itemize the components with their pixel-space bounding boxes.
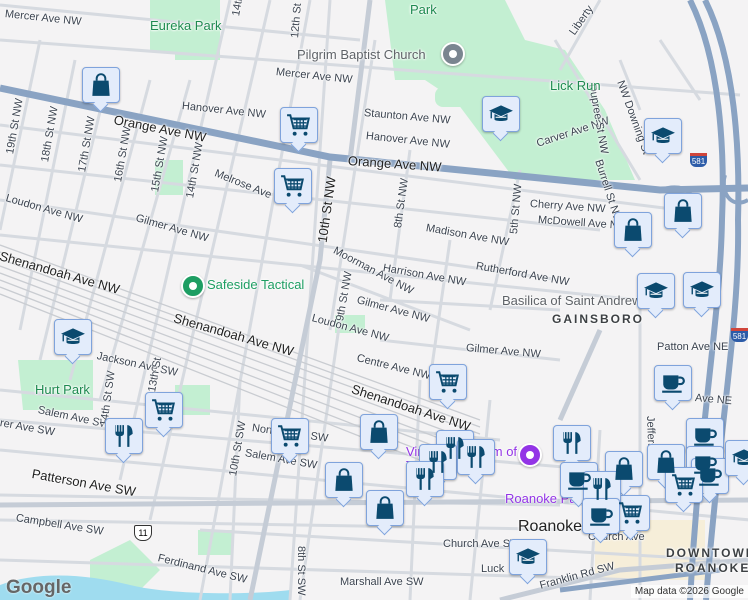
cafe-marker[interactable] bbox=[582, 498, 620, 534]
cafe-marker[interactable] bbox=[654, 365, 692, 401]
restaurant-marker[interactable] bbox=[105, 418, 143, 454]
fork-knife-icon bbox=[111, 423, 137, 449]
restaurant-marker[interactable] bbox=[457, 439, 495, 475]
school-marker[interactable] bbox=[509, 539, 547, 575]
coffee-cup-icon bbox=[660, 370, 686, 396]
street-label: Patton Ave NE bbox=[657, 341, 729, 353]
shopping-cart-icon bbox=[151, 397, 177, 423]
interstate-shield: 581 bbox=[731, 328, 748, 342]
grocery-marker[interactable] bbox=[612, 495, 650, 531]
ball-field bbox=[435, 87, 480, 107]
street-label: Luck bbox=[481, 563, 505, 575]
shopping-bag-icon bbox=[670, 198, 696, 224]
safeside-tactical-label[interactable]: Safeside Tactical bbox=[207, 277, 304, 292]
shopping-cart-icon bbox=[435, 369, 461, 395]
shopping-cart-icon bbox=[671, 472, 697, 498]
eureka-park-label[interactable]: Eureka Park bbox=[150, 18, 222, 33]
grocery-marker[interactable] bbox=[280, 107, 318, 143]
graduation-cap-icon bbox=[488, 101, 514, 127]
graduation-cap-icon bbox=[515, 544, 541, 570]
shopping-cart-icon bbox=[280, 173, 306, 199]
shopping-marker[interactable] bbox=[82, 67, 120, 103]
graduation-cap-icon bbox=[689, 277, 715, 303]
shopping-bag-icon bbox=[331, 467, 357, 493]
shopping-marker[interactable] bbox=[360, 414, 398, 450]
school-marker[interactable] bbox=[683, 272, 721, 308]
roanoke-city-label: Roanoke bbox=[518, 518, 583, 535]
fork-knife-icon bbox=[589, 476, 615, 502]
us-route-shield: 11 bbox=[134, 525, 152, 541]
gainsboro-label: GAINSBORO bbox=[552, 312, 645, 326]
graduation-cap-icon bbox=[650, 123, 676, 149]
downtown-label: DOWNTOWN bbox=[666, 546, 748, 560]
store-pin-icon[interactable] bbox=[181, 274, 205, 298]
shopping-bag-icon bbox=[88, 72, 114, 98]
park-area bbox=[198, 530, 233, 555]
fork-knife-icon bbox=[463, 444, 489, 470]
shopping-cart-icon bbox=[618, 500, 644, 526]
shopping-marker[interactable] bbox=[664, 193, 702, 229]
basilica-label[interactable]: Basilica of Saint Andrew bbox=[502, 293, 641, 308]
restaurant-marker[interactable] bbox=[553, 425, 591, 461]
pilgrim-church-label[interactable]: Pilgrim Baptist Church bbox=[297, 47, 426, 62]
hurt-park-label[interactable]: Hurt Park bbox=[35, 382, 90, 397]
shopping-marker[interactable] bbox=[366, 490, 404, 526]
downtown-label: ROANOKE bbox=[675, 561, 748, 575]
fork-knife-icon bbox=[559, 430, 585, 456]
school-marker[interactable] bbox=[725, 440, 748, 476]
interstate-shield: 581 bbox=[690, 153, 707, 167]
shopping-bag-icon bbox=[620, 217, 646, 243]
map-attribution[interactable]: Map data ©2026 Google bbox=[630, 585, 748, 598]
street-label: 8th St SW bbox=[295, 546, 307, 596]
google-logo: Google bbox=[6, 577, 72, 598]
shopping-bag-icon bbox=[372, 495, 398, 521]
church-icon[interactable] bbox=[441, 42, 465, 66]
shopping-cart-icon bbox=[277, 423, 303, 449]
lick-run-label[interactable]: Lick Run bbox=[550, 78, 601, 93]
grocery-marker[interactable] bbox=[274, 168, 312, 204]
school-marker[interactable] bbox=[637, 273, 675, 309]
grocery-marker[interactable] bbox=[429, 364, 467, 400]
school-marker[interactable] bbox=[54, 319, 92, 355]
shopping-marker[interactable] bbox=[614, 212, 652, 248]
grocery-marker[interactable] bbox=[145, 392, 183, 428]
grocery-marker[interactable] bbox=[271, 418, 309, 454]
graduation-cap-icon bbox=[731, 445, 748, 471]
graduation-cap-icon bbox=[60, 324, 86, 350]
school-marker[interactable] bbox=[644, 118, 682, 154]
coffee-cup-icon bbox=[692, 423, 718, 449]
museum-icon[interactable] bbox=[518, 443, 542, 467]
fork-knife-icon bbox=[412, 466, 438, 492]
coffee-cup-icon bbox=[588, 503, 614, 529]
coffee-cup-icon bbox=[697, 463, 723, 489]
shopping-cart-icon bbox=[286, 112, 312, 138]
shopping-marker[interactable] bbox=[325, 462, 363, 498]
school-marker[interactable] bbox=[482, 96, 520, 132]
shopping-bag-icon bbox=[366, 419, 392, 445]
street-label: Marshall Ave SW bbox=[340, 576, 424, 588]
park-label[interactable]: Park bbox=[410, 2, 437, 17]
graduation-cap-icon bbox=[643, 278, 669, 304]
